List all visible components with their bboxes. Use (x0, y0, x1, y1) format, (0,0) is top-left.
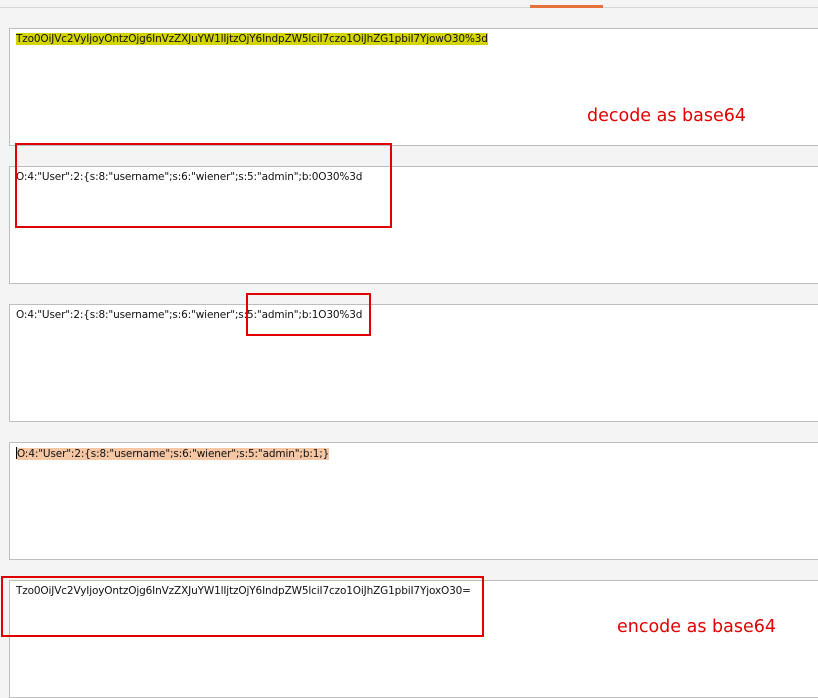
decoder-pane-3[interactable]: O:4:"User":2:{s:8:"username";s:6:"wiener… (9, 304, 818, 422)
active-tab-indicator[interactable] (530, 5, 603, 8)
pane-4-text[interactable]: O:4:"User":2:{s:8:"username";s:6:"wiener… (16, 447, 329, 461)
highlight-box-decoded (15, 143, 392, 228)
decoder-pane-4[interactable]: O:4:"User":2:{s:8:"username";s:6:"wiener… (9, 442, 818, 560)
selected-text: O:4:"User":2:{s:8:"username";s:6:"wiener… (17, 448, 330, 460)
pane-1-text[interactable]: Tzo0OiJVc2VyIjoyOntzOjg6InVzZXJuYW1lIjtz… (16, 33, 488, 46)
decoder-pane-1[interactable]: Tzo0OiJVc2VyIjoyOntzOjg6InVzZXJuYW1lIjtz… (9, 28, 818, 146)
decode-annotation: decode as base64 (587, 106, 747, 126)
highlight-box-admin-flag (246, 293, 371, 336)
selected-text: Tzo0OiJVc2VyIjoyOntzOjg6InVzZXJuYW1lIjtz… (16, 33, 488, 45)
tab-strip (0, 0, 818, 8)
highlight-box-encoded (1, 576, 484, 637)
encode-annotation: encode as base64 (617, 617, 777, 637)
